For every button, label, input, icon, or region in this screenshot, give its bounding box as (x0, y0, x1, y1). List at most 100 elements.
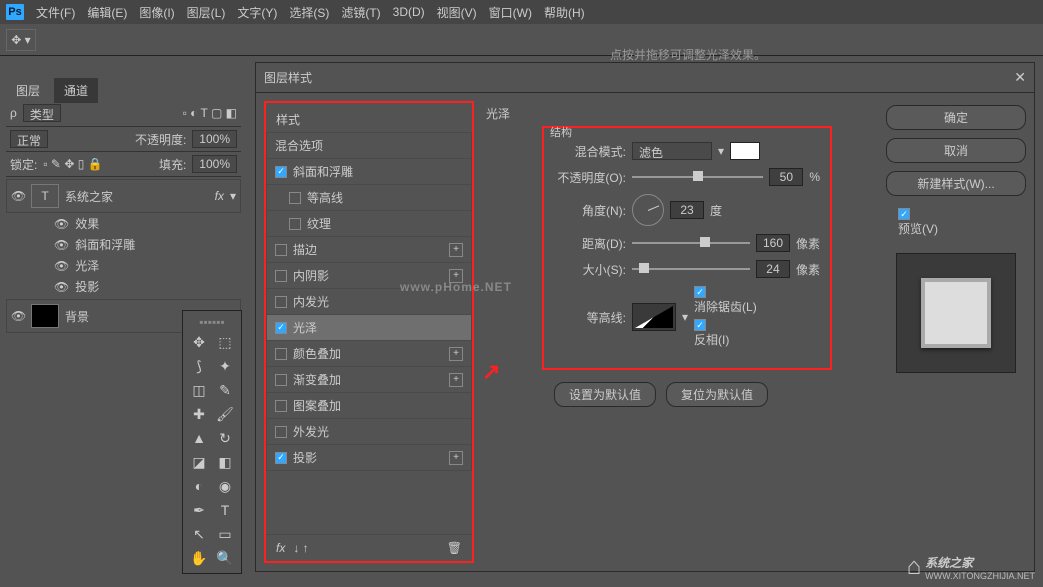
effect-satin[interactable]: 👁光泽 (6, 255, 241, 276)
contour-picker[interactable] (632, 303, 676, 331)
new-style-button[interactable]: 新建样式(W)... (886, 171, 1026, 196)
style-item-描边[interactable]: 描边+ (266, 237, 472, 263)
dialog-title: 图层样式 (264, 69, 312, 86)
blend-options-item[interactable]: 混合选项 (266, 132, 472, 159)
menu-select[interactable]: 选择(S) (289, 4, 329, 21)
color-swatch[interactable] (730, 142, 760, 160)
opacity-slider[interactable] (632, 176, 763, 178)
visibility-icon[interactable]: 👁 (11, 189, 25, 203)
style-item-斜面和浮雕[interactable]: 斜面和浮雕 (266, 159, 472, 185)
angle-dial[interactable] (632, 194, 664, 226)
move-tool-icon[interactable]: ✥ ▾ (6, 29, 36, 51)
menu-view[interactable]: 视图(V) (437, 4, 477, 21)
opacity-label: 不透明度: (135, 131, 186, 148)
reset-default-button[interactable]: 复位为默认值 (666, 382, 768, 407)
add-icon[interactable]: + (449, 373, 463, 387)
cancel-button[interactable]: 取消 (886, 138, 1026, 163)
size-input[interactable]: 24 (756, 260, 790, 278)
angle-input[interactable]: 23 (670, 201, 704, 219)
visibility-icon[interactable]: 👁 (11, 309, 25, 323)
checkbox-icon[interactable] (275, 452, 287, 464)
add-icon[interactable]: + (449, 347, 463, 361)
pen-icon[interactable]: ✒ (187, 499, 211, 521)
add-icon[interactable]: + (449, 451, 463, 465)
close-button[interactable]: ✕ (1014, 69, 1026, 86)
checkbox-icon[interactable] (275, 374, 287, 386)
zoom-icon[interactable]: 🔍 (213, 547, 237, 569)
antialias-checkbox[interactable]: 消除锯齿(L) (694, 286, 757, 315)
layer-text-row[interactable]: 👁 T 系统之家 fx▾ (6, 179, 241, 213)
checkbox-icon[interactable] (275, 426, 287, 438)
menu-file[interactable]: 文件(F) (36, 4, 75, 21)
menu-filter[interactable]: 滤镜(T) (341, 4, 380, 21)
bg-thumb (31, 304, 59, 328)
invert-checkbox[interactable]: 反相(I) (694, 319, 757, 348)
style-item-等高线[interactable]: 等高线 (266, 185, 472, 211)
hand-icon[interactable]: ✋ (187, 547, 211, 569)
distance-slider[interactable] (632, 242, 750, 244)
opacity-label: 不透明度(O): (554, 169, 626, 186)
menu-window[interactable]: 窗口(W) (489, 4, 532, 21)
fill-value[interactable]: 100% (192, 155, 237, 173)
heal-icon[interactable]: ✚ (187, 403, 211, 425)
bg-label: 背景 (65, 308, 89, 325)
add-icon[interactable]: + (449, 243, 463, 257)
fx-badge[interactable]: fx (215, 189, 224, 203)
checkbox-icon[interactable] (289, 218, 301, 230)
history-icon[interactable]: ↻ (213, 427, 237, 449)
menu-image[interactable]: 图像(I) (139, 4, 174, 21)
filter-type[interactable]: 类型 (23, 104, 61, 122)
stamp-icon[interactable]: ▲ (187, 427, 211, 449)
gradient-icon[interactable]: ◧ (213, 451, 237, 473)
style-item-纹理[interactable]: 纹理 (266, 211, 472, 237)
style-item-外发光[interactable]: 外发光 (266, 419, 472, 445)
checkbox-icon[interactable] (275, 244, 287, 256)
wand-icon[interactable]: ✦ (213, 355, 237, 377)
size-unit: 像素 (796, 261, 820, 278)
type-icon[interactable]: T (213, 499, 237, 521)
set-default-button[interactable]: 设置为默认值 (554, 382, 656, 407)
checkbox-icon[interactable] (275, 322, 287, 334)
menu-help[interactable]: 帮助(H) (544, 4, 585, 21)
marquee-icon[interactable]: ⬚ (213, 331, 237, 353)
style-item-颜色叠加[interactable]: 颜色叠加+ (266, 341, 472, 367)
checkbox-icon[interactable] (289, 192, 301, 204)
eraser-icon[interactable]: ◪ (187, 451, 211, 473)
size-slider[interactable] (632, 268, 750, 270)
move-icon[interactable]: ✥ (187, 331, 211, 353)
brush-icon[interactable]: 🖌 (213, 403, 237, 425)
style-item-光泽[interactable]: 光泽 (266, 315, 472, 341)
effect-bevel[interactable]: 👁斜面和浮雕 (6, 234, 241, 255)
crop-icon[interactable]: ◫ (187, 379, 211, 401)
menu-layer[interactable]: 图层(L) (187, 4, 226, 21)
dodge-icon[interactable]: ◉ (213, 475, 237, 497)
distance-input[interactable]: 160 (756, 234, 790, 252)
blur-icon[interactable]: ◐ (187, 475, 211, 497)
opacity-value[interactable]: 100% (192, 130, 237, 148)
checkbox-icon[interactable] (275, 400, 287, 412)
checkbox-icon[interactable] (275, 166, 287, 178)
path-icon[interactable]: ↖ (187, 523, 211, 545)
opacity-input[interactable]: 50 (769, 168, 803, 186)
ps-logo: Ps (6, 4, 24, 20)
lasso-icon[interactable]: ⟆ (187, 355, 211, 377)
satin-settings: ↗ 光泽 结构 混合模式: 滤色▾ 不透明度(O): 50 % 角度(N): (482, 101, 878, 563)
menu-text[interactable]: 文字(Y) (237, 4, 277, 21)
trash-icon[interactable]: 🗑 (447, 541, 462, 555)
menu-edit[interactable]: 编辑(E) (87, 4, 127, 21)
fx-menu[interactable]: fx (276, 541, 285, 555)
blend-mode-dropdown[interactable]: 滤色 (632, 142, 712, 160)
menu-3d[interactable]: 3D(D) (393, 5, 425, 19)
shape-icon[interactable]: ▭ (213, 523, 237, 545)
checkbox-icon[interactable] (275, 270, 287, 282)
checkbox-icon[interactable] (275, 296, 287, 308)
style-item-图案叠加[interactable]: 图案叠加 (266, 393, 472, 419)
preview-checkbox[interactable]: 预览(V) (898, 208, 1026, 237)
blend-mode-select[interactable]: 正常 (10, 130, 48, 148)
style-item-渐变叠加[interactable]: 渐变叠加+ (266, 367, 472, 393)
eyedropper-icon[interactable]: ✎ (213, 379, 237, 401)
style-item-投影[interactable]: 投影+ (266, 445, 472, 471)
effect-shadow[interactable]: 👁投影 (6, 276, 241, 297)
checkbox-icon[interactable] (275, 348, 287, 360)
ok-button[interactable]: 确定 (886, 105, 1026, 130)
